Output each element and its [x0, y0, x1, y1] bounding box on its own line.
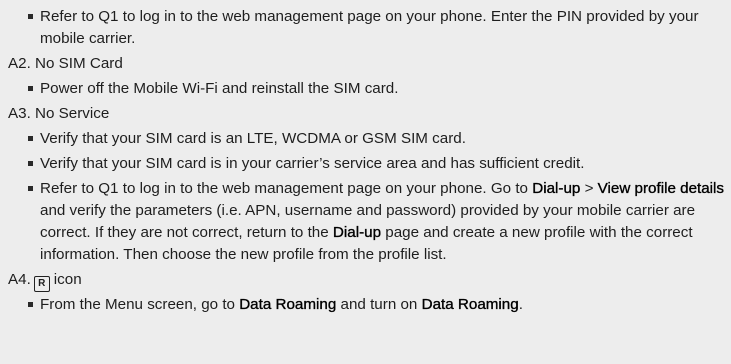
menu-path-view-profile-details: View profile details	[597, 180, 725, 197]
list-item: Verify that your SIM card is an LTE, WCD…	[6, 128, 725, 150]
bullet-text: Refer to Q1 to log in to the web managem…	[40, 8, 699, 47]
menu-path-data-roaming: Data Roaming	[239, 296, 337, 313]
heading-suffix: icon	[53, 271, 82, 288]
list-item: Power off the Mobile Wi-Fi and reinstall…	[6, 78, 725, 100]
path-separator: >	[580, 180, 598, 197]
bullet-text: Verify that your SIM card is in your car…	[40, 155, 585, 172]
bullet-text: Power off the Mobile Wi-Fi and reinstall…	[40, 80, 399, 97]
q2-bullet-list: Refer to Q1 to log in to the web managem…	[6, 6, 725, 50]
roaming-r-icon: R	[33, 276, 50, 292]
menu-path-dial-up: Dial-up	[332, 224, 382, 241]
list-item: Verify that your SIM card is in your car…	[6, 153, 725, 175]
a4-bullet-list: From the Menu screen, go to Data Roaming…	[6, 294, 725, 316]
bullet-text: and turn on	[336, 296, 422, 313]
menu-path-dial-up: Dial-up	[532, 180, 581, 197]
a3-bullet-list: Verify that your SIM card is an LTE, WCD…	[6, 128, 725, 266]
answer-heading-a3: A3. No Service	[8, 105, 110, 122]
answer-heading-a2: A2. No SIM Card	[8, 55, 123, 72]
a2-bullet-list: Power off the Mobile Wi-Fi and reinstall…	[6, 78, 725, 100]
bullet-text: Verify that your SIM card is an LTE, WCD…	[40, 130, 466, 147]
setting-data-roaming: Data Roaming	[421, 296, 519, 313]
list-item: From the Menu screen, go to Data Roaming…	[6, 294, 725, 316]
heading-prefix: A4.	[8, 271, 31, 288]
bullet-text: Refer to Q1 to log in to the web managem…	[40, 180, 533, 197]
bullet-text: .	[518, 296, 523, 313]
bullet-text: From the Menu screen, go to	[40, 296, 240, 313]
list-item: Refer to Q1 to log in to the web managem…	[6, 178, 725, 266]
faq-document: Refer to Q1 to log in to the web managem…	[0, 0, 731, 364]
answer-heading-a4: A4. Ricon	[6, 269, 725, 292]
list-item: Refer to Q1 to log in to the web managem…	[6, 6, 725, 50]
